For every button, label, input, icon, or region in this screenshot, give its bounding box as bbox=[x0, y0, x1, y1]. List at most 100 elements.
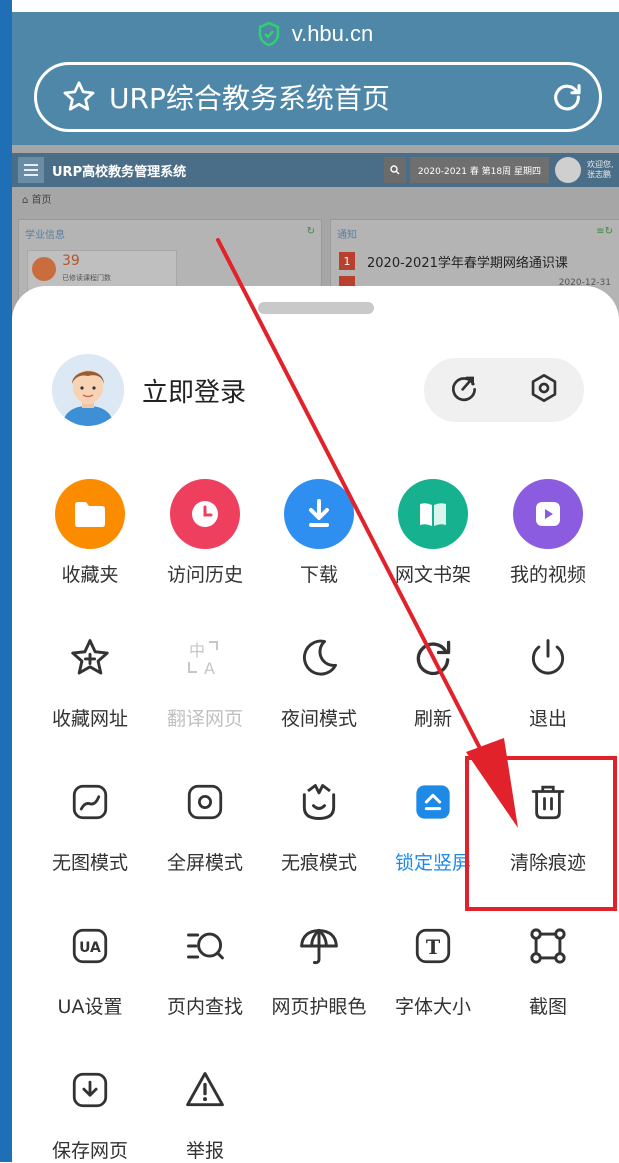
menu-label: 退出 bbox=[528, 708, 567, 730]
menu-refresh[interactable]: 刷新 bbox=[375, 620, 491, 731]
video-icon bbox=[513, 479, 583, 549]
screen-left-border bbox=[0, 0, 12, 1162]
shield-check-icon bbox=[258, 22, 279, 46]
menu-font-size[interactable]: T 字体大小 bbox=[375, 908, 491, 1019]
menu-label: 无图模式 bbox=[51, 852, 128, 874]
search-icon[interactable] bbox=[383, 157, 406, 183]
menu-bookshelf[interactable]: 网文书架 bbox=[375, 476, 491, 587]
menu-exit[interactable]: 退出 bbox=[490, 620, 606, 731]
svg-text:UA: UA bbox=[79, 940, 101, 956]
menu-favorites[interactable]: 收藏夹 bbox=[32, 476, 148, 587]
breadcrumb[interactable]: ⌂ 首页 bbox=[22, 191, 52, 206]
refresh-icon bbox=[375, 620, 491, 696]
menu-translate[interactable]: 中A 翻译网页 bbox=[147, 620, 263, 731]
save-page-icon bbox=[32, 1052, 148, 1128]
umbrella-icon bbox=[261, 908, 377, 984]
hamburger-menu-icon[interactable] bbox=[18, 157, 44, 183]
browser-address-area: v.hbu.cn URP综合教务系统首页 bbox=[12, 12, 619, 145]
screen-top-margin bbox=[0, 0, 619, 12]
menu-screenshot[interactable]: 截图 bbox=[490, 908, 606, 1019]
page-title: URP综合教务系统首页 bbox=[109, 82, 390, 115]
reload-icon[interactable] bbox=[535, 80, 599, 114]
panel-refresh-icon[interactable]: ↻ bbox=[307, 226, 315, 237]
domain-row: v.hbu.cn bbox=[12, 12, 619, 56]
menu-label: 网页护眼色 bbox=[271, 996, 367, 1018]
menu-label: 举报 bbox=[185, 1140, 224, 1162]
svg-text:A: A bbox=[204, 659, 215, 678]
menu-report[interactable]: 举报 bbox=[147, 1052, 263, 1163]
incognito-icon bbox=[261, 764, 377, 840]
menu-label: 全屏模式 bbox=[166, 852, 243, 874]
student-avatar[interactable] bbox=[555, 157, 581, 183]
menu-find-in-page[interactable]: 页内查找 bbox=[147, 908, 263, 1019]
translate-icon: 中A bbox=[147, 620, 263, 696]
webpage-brand: URP高校教务管理系统 bbox=[52, 164, 187, 180]
menu-ua-settings[interactable]: UA UA设置 bbox=[32, 908, 148, 1019]
menu-label: 收藏夹 bbox=[61, 564, 119, 586]
notice-index: 1 bbox=[339, 252, 355, 270]
notice-index-2 bbox=[339, 276, 355, 286]
no-image-icon bbox=[32, 764, 148, 840]
welcome-text: 欢迎您, 张志鹏 bbox=[587, 160, 614, 179]
power-icon bbox=[490, 620, 606, 696]
menu-label: 保存网页 bbox=[51, 1140, 128, 1162]
notice-link[interactable]: 2020-2021学年春学期网络通识课 bbox=[367, 252, 568, 271]
login-row[interactable]: 立即登录 bbox=[52, 354, 246, 426]
menu-my-videos[interactable]: 我的视频 bbox=[490, 476, 606, 587]
highlight-box bbox=[465, 756, 617, 911]
book-icon bbox=[398, 479, 468, 549]
menu-label: 网文书架 bbox=[394, 564, 471, 586]
panel-list-icon[interactable]: ≡↻ bbox=[596, 226, 613, 237]
menu-label: 收藏网址 bbox=[51, 708, 128, 730]
svg-text:T: T bbox=[426, 936, 441, 959]
menu-no-image[interactable]: 无图模式 bbox=[32, 764, 148, 875]
menu-label: 截图 bbox=[528, 996, 567, 1018]
menu-label: UA设置 bbox=[57, 996, 123, 1018]
menu-label: 访问历史 bbox=[166, 564, 243, 586]
menu-save-page[interactable]: 保存网页 bbox=[32, 1052, 148, 1163]
drag-handle[interactable] bbox=[258, 302, 374, 314]
stat-number: 39 bbox=[62, 253, 80, 269]
fullscreen-icon bbox=[147, 764, 263, 840]
menu-history[interactable]: 访问历史 bbox=[147, 476, 263, 587]
screenshot-icon bbox=[490, 908, 606, 984]
login-label[interactable]: 立即登录 bbox=[142, 372, 246, 409]
menu-label: 我的视频 bbox=[509, 564, 586, 586]
settings-hexagon-icon[interactable] bbox=[528, 372, 560, 408]
star-plus-icon bbox=[32, 620, 148, 696]
user-avatar[interactable] bbox=[52, 354, 124, 426]
course-icon bbox=[32, 257, 56, 281]
find-in-page-icon bbox=[147, 908, 263, 984]
menu-fullscreen[interactable]: 全屏模式 bbox=[147, 764, 263, 875]
address-bar[interactable]: URP综合教务系统首页 bbox=[34, 62, 602, 132]
home-icon: ⌂ bbox=[22, 195, 32, 206]
bookmark-star-icon[interactable] bbox=[49, 79, 109, 115]
menu-label: 无痕模式 bbox=[280, 852, 357, 874]
speed-icon[interactable] bbox=[448, 372, 480, 408]
domain-text: v.hbu.cn bbox=[291, 21, 374, 46]
font-size-icon: T bbox=[375, 908, 491, 984]
panel-title: 学业信息 bbox=[25, 230, 65, 241]
clock-icon bbox=[170, 479, 240, 549]
panel-title: 通知 bbox=[337, 230, 357, 241]
menu-bookmark-site[interactable]: 收藏网址 bbox=[32, 620, 148, 731]
term-indicator: 2020-2021 春 第18周 星期四 bbox=[409, 157, 549, 183]
menu-night-mode[interactable]: 夜间模式 bbox=[261, 620, 377, 731]
moon-icon bbox=[261, 620, 377, 696]
webpage-header: URP高校教务管理系统 2020-2021 春 第18周 星期四 欢迎您, 张志… bbox=[12, 153, 619, 187]
ua-icon: UA bbox=[32, 908, 148, 984]
menu-download[interactable]: 下载 bbox=[261, 476, 377, 587]
stat-label: 已修读课程门数 bbox=[62, 274, 111, 282]
download-icon bbox=[284, 479, 354, 549]
breadcrumb-label: 首页 bbox=[31, 195, 52, 206]
svg-text:中: 中 bbox=[189, 641, 205, 660]
menu-eye-care[interactable]: 网页护眼色 bbox=[261, 908, 377, 1019]
menu-label: 翻译网页 bbox=[166, 708, 243, 730]
menu-label: 夜间模式 bbox=[280, 708, 357, 730]
report-icon bbox=[147, 1052, 263, 1128]
browser-menu-sheet: 立即登录 收藏夹 访问历史 下载 网文书架 我的视频 收藏网址 中 A 翻译网页… bbox=[12, 286, 619, 1162]
menu-label: 字体大小 bbox=[394, 996, 471, 1018]
menu-label: 下载 bbox=[299, 564, 338, 586]
folder-icon bbox=[55, 479, 125, 549]
menu-incognito[interactable]: 无痕模式 bbox=[261, 764, 377, 875]
